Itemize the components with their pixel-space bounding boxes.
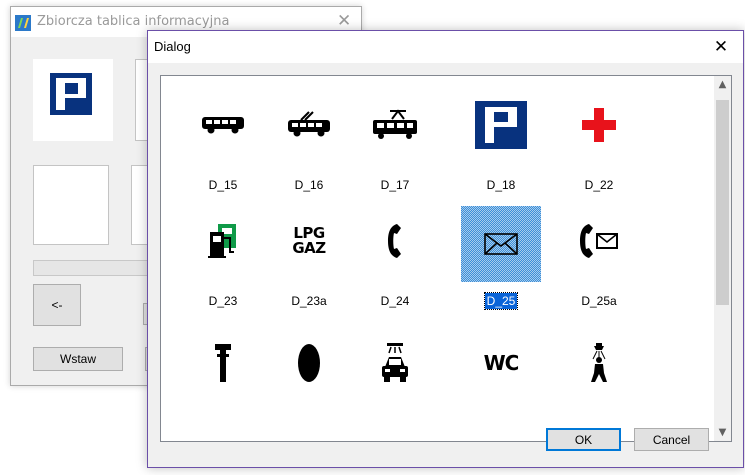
list-item[interactable]: D_24 xyxy=(355,206,435,316)
item-label: D_25 xyxy=(483,292,519,310)
t-post-icon xyxy=(183,338,263,388)
ok-button[interactable]: OK xyxy=(546,428,621,451)
parking-sign-icon xyxy=(50,73,92,115)
list-item[interactable]: D_15 xyxy=(183,90,263,200)
scroll-up-icon[interactable]: ▲ xyxy=(714,76,731,93)
list-item[interactable]: D_23 xyxy=(183,206,263,316)
app-icon xyxy=(15,15,31,31)
car-wash-icon xyxy=(355,338,435,388)
parking-sign-icon xyxy=(461,100,541,150)
tire-icon xyxy=(269,338,349,388)
dialog-window: Dialog ✕ D_15 D_16 D_17 D_18 D_22 D_23 L… xyxy=(147,30,744,468)
list-item[interactable] xyxy=(559,328,639,438)
item-label: D_23a xyxy=(291,294,327,308)
list-item[interactable] xyxy=(355,328,435,438)
cancel-button[interactable]: Cancel xyxy=(634,428,709,451)
envelope-icon xyxy=(461,206,541,282)
telephone-icon xyxy=(355,216,435,266)
item-label: D_22 xyxy=(584,178,614,192)
fuel-pump-icon xyxy=(183,216,263,266)
lpg-gas-icon: LPG GAZ xyxy=(292,224,326,257)
preview-box xyxy=(33,59,113,141)
list-item[interactable]: D_17 xyxy=(355,90,435,200)
item-label: D_23 xyxy=(208,294,238,308)
scroll-down-icon[interactable]: ▼ xyxy=(714,424,731,441)
sign-list[interactable]: D_15 D_16 D_17 D_18 D_22 D_23 LPG GAZ D_… xyxy=(160,75,732,442)
list-item[interactable]: D_16 xyxy=(269,90,349,200)
list-item[interactable]: WC xyxy=(461,328,541,438)
item-label: D_17 xyxy=(380,178,410,192)
insert-button[interactable]: Wstaw xyxy=(33,347,123,371)
wc-icon: WC xyxy=(483,351,520,375)
vertical-scrollbar[interactable]: ▲ ▼ xyxy=(714,76,731,441)
list-item[interactable] xyxy=(183,328,263,438)
bus-icon xyxy=(183,100,263,150)
shower-icon xyxy=(559,338,639,388)
item-label: D_25a xyxy=(581,294,617,308)
list-item[interactable]: D_25a xyxy=(559,206,639,316)
sign-slot[interactable] xyxy=(33,165,109,245)
item-label: D_15 xyxy=(208,178,238,192)
list-item[interactable]: D_18 xyxy=(461,90,541,200)
tram-icon xyxy=(355,100,435,150)
prev-button[interactable]: <- xyxy=(33,284,81,326)
list-item-selected[interactable]: D_25 xyxy=(461,206,541,316)
item-label: D_24 xyxy=(380,294,410,308)
item-label: D_18 xyxy=(486,178,516,192)
horizontal-bar[interactable] xyxy=(33,260,163,276)
background-close-icon[interactable]: ✕ xyxy=(337,11,351,31)
close-icon[interactable]: ✕ xyxy=(699,31,743,63)
dialog-title: Dialog xyxy=(154,39,191,54)
item-label: D_16 xyxy=(294,178,324,192)
trolleybus-icon xyxy=(269,100,349,150)
dialog-titlebar: Dialog ✕ xyxy=(148,31,743,63)
list-item[interactable] xyxy=(269,328,349,438)
telephone-envelope-icon xyxy=(559,216,639,266)
first-aid-cross-icon xyxy=(559,100,639,150)
scroll-thumb[interactable] xyxy=(716,100,729,305)
list-item[interactable]: D_22 xyxy=(559,90,639,200)
list-item[interactable]: LPG GAZ D_23a xyxy=(269,206,349,316)
background-window-title: Zbiorcza tablica informacyjna xyxy=(37,14,230,29)
